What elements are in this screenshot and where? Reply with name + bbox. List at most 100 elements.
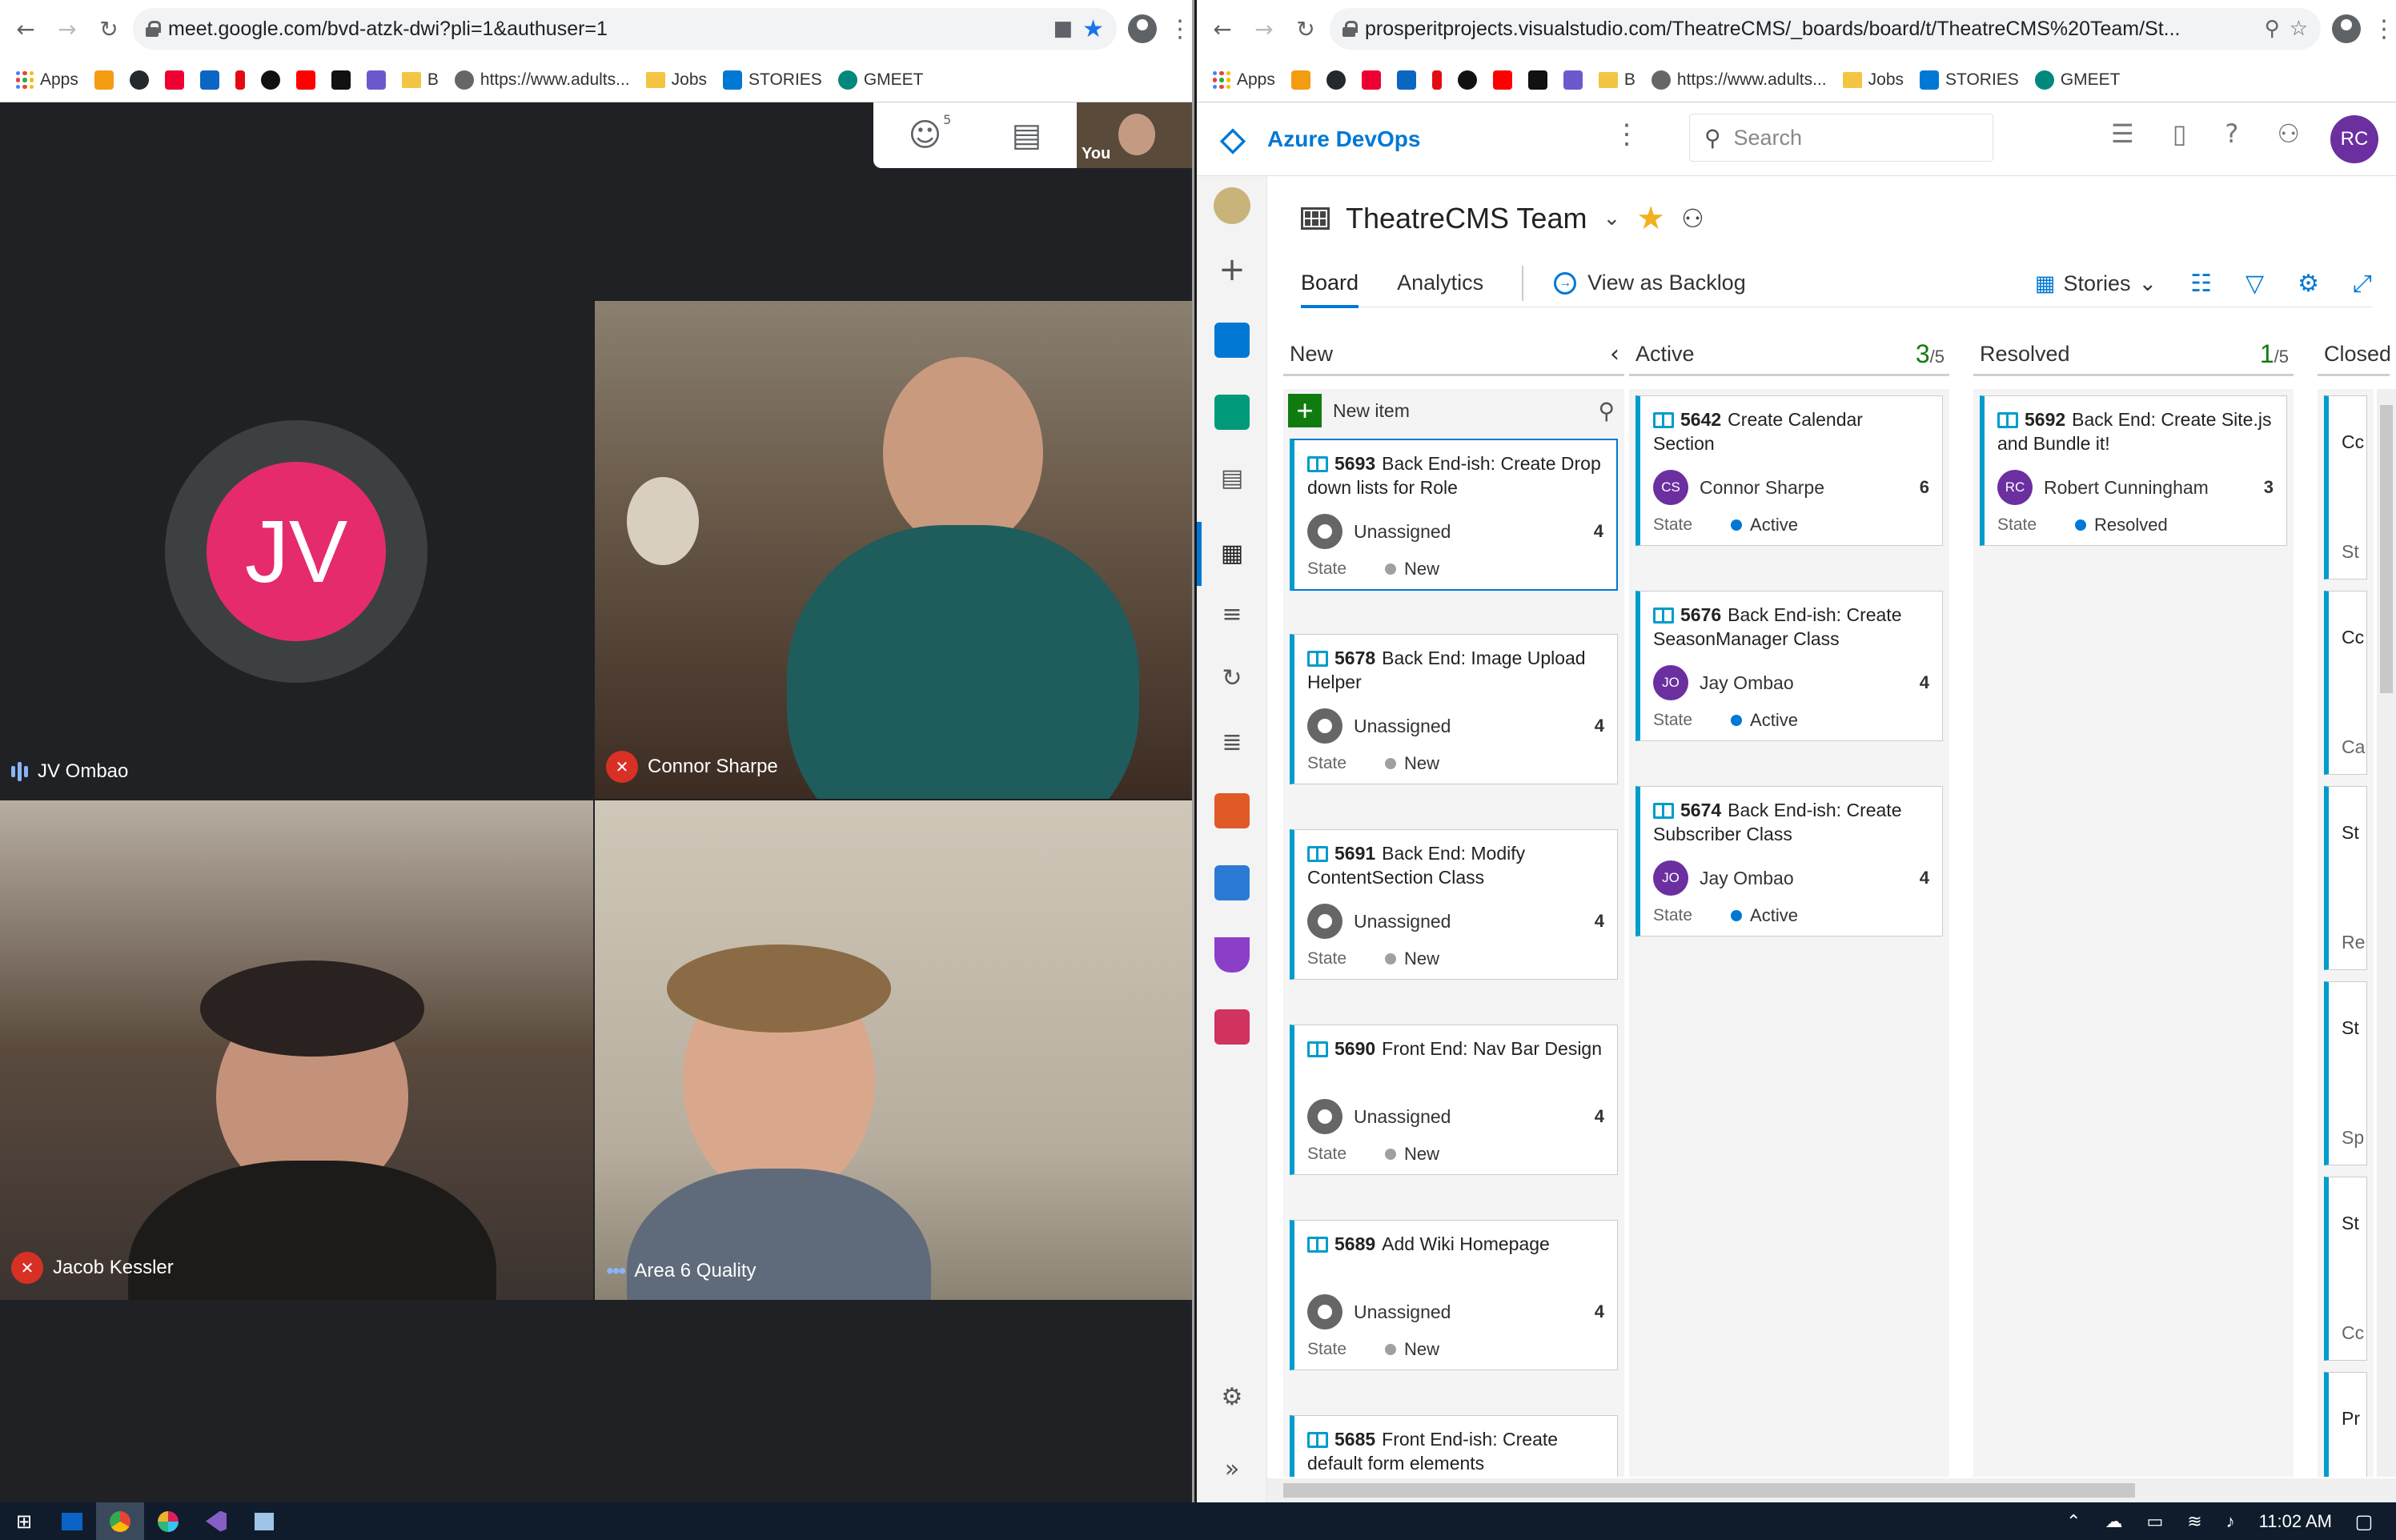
gear-icon[interactable]: ⚙ [2298, 270, 2319, 298]
work-item-id[interactable]: 5692 [2025, 409, 2065, 430]
azure-devops-logo-icon[interactable]: ◇ [1213, 119, 1253, 159]
project-settings-icon[interactable]: ⚙ [1210, 1375, 1254, 1418]
bookmark-icon[interactable] [1361, 70, 1381, 90]
bookmark-b[interactable]: B [401, 70, 439, 90]
visual-studio-icon[interactable] [192, 1502, 240, 1540]
bookmark-icon[interactable] [1457, 70, 1477, 90]
add-icon[interactable]: + [1210, 248, 1254, 291]
bookmark-icon[interactable] [1563, 70, 1583, 90]
marketplace-icon[interactable]: ▯ [2173, 118, 2187, 149]
tab-board[interactable]: Board [1301, 259, 1359, 308]
scroll-thumb[interactable] [1283, 1483, 2135, 1498]
url-text[interactable]: prosperitprojects.visualstudio.com/Theat… [1365, 18, 2255, 41]
story-points[interactable]: 4 [1920, 868, 1929, 888]
wifi-icon[interactable]: ≋ [2187, 1511, 2201, 1532]
assignee-name[interactable]: Unassigned [1354, 1301, 1451, 1323]
work-item-card[interactable]: 5678 Back End: Image Upload Helper Unassig… [1290, 634, 1618, 784]
profile-icon[interactable] [2332, 14, 2361, 43]
chevron-down-icon[interactable]: ⌄ [1603, 207, 1620, 231]
assignee-name[interactable]: Unassigned [1354, 716, 1451, 737]
reload-icon[interactable]: ↻ [1288, 11, 1323, 46]
work-item-card[interactable]: 5642 Create Calendar Section CS Connor Shar… [1635, 395, 1943, 546]
story-points[interactable]: 6 [1920, 477, 1929, 498]
state-value[interactable]: New [1385, 753, 1439, 774]
work-item-id[interactable]: 5676 [1680, 604, 1721, 625]
tab-analytics[interactable]: Analytics [1397, 259, 1483, 307]
work-item-title[interactable]: Cc [2342, 431, 2364, 453]
bookmark-adults[interactable]: https://www.adults... [454, 70, 630, 90]
work-items-nav-icon[interactable]: ▤ [1210, 456, 1254, 499]
participant-tile[interactable]: ✕ Jacob Kessler [0, 800, 593, 1300]
backlogs-icon[interactable]: ≡ [1210, 592, 1254, 636]
work-item-card[interactable]: 5689 Add Wiki Homepage Unassigned 4 State New [1290, 1220, 1618, 1370]
story-points[interactable]: 4 [1920, 672, 1929, 693]
story-points[interactable]: 4 [1595, 911, 1604, 932]
bookmark-icon[interactable] [164, 70, 184, 90]
netflix-icon[interactable] [235, 70, 245, 90]
work-item-card[interactable]: Cc Ca [2324, 591, 2367, 775]
menu-icon[interactable]: ⋮ [2372, 15, 2396, 43]
state-value[interactable]: Active [1731, 515, 1798, 535]
bookmark-stories[interactable]: STORIES [1920, 70, 2019, 90]
more-icon[interactable]: ⋮ [1613, 118, 1640, 150]
bookmark-jobs[interactable]: Jobs [1842, 70, 1904, 90]
work-item-id[interactable]: 5693 [1334, 453, 1375, 474]
settings-sliders-icon[interactable]: ☷ [2190, 270, 2212, 298]
work-item-title[interactable]: St [2342, 1213, 2359, 1234]
chrome-icon[interactable] [96, 1502, 144, 1540]
bookmark-apps[interactable]: Apps [16, 70, 78, 90]
search-box[interactable]: ⚲ Search [1689, 114, 1993, 162]
back-icon[interactable]: ← [8, 11, 43, 46]
amazon-icon[interactable] [331, 70, 351, 90]
outlook-icon[interactable] [48, 1502, 96, 1540]
cloud-icon[interactable]: ☁ [2105, 1511, 2122, 1532]
work-item-card[interactable]: 5691 Back End: Modify ContentSection Clas… [1290, 829, 1618, 980]
work-item-id[interactable]: 5690 [1334, 1038, 1375, 1059]
participant-tile[interactable]: ••• Area 6 Quality [595, 800, 1192, 1300]
youtube-icon[interactable] [1492, 70, 1512, 90]
reload-icon[interactable]: ↻ [91, 11, 126, 46]
volume-icon[interactable]: ♪ [2226, 1511, 2235, 1532]
url-text[interactable]: meet.google.com/bvd-atzk-dwi?pli=1&authu… [168, 18, 1044, 41]
story-points[interactable]: 4 [1595, 1106, 1604, 1127]
test-plans-icon[interactable] [1210, 933, 1254, 977]
bookmark-gmeet[interactable]: GMEET [837, 70, 923, 90]
profile-icon[interactable] [1128, 14, 1157, 43]
work-item-card[interactable]: PrSt [2324, 1372, 2367, 1477]
app-icon[interactable] [240, 1502, 288, 1540]
bookmark-gmeet[interactable]: GMEET [2034, 70, 2120, 90]
work-item-id[interactable]: 5674 [1680, 800, 1721, 820]
horizontal-scrollbar[interactable] [1267, 1478, 2396, 1502]
windows-start-icon[interactable]: ⊞ [0, 1502, 48, 1540]
assignee-name[interactable]: Unassigned [1354, 521, 1451, 543]
assignee-name[interactable]: Jay Ombao [1700, 868, 1794, 889]
work-item-card[interactable]: 5693 Back End-ish: Create Drop down lists… [1290, 439, 1618, 591]
work-items-icon[interactable]: ☰ [2111, 118, 2134, 149]
omnibox[interactable]: prosperitprojects.visualstudio.com/Theat… [1330, 8, 2321, 50]
assignee-name[interactable]: Unassigned [1354, 1106, 1451, 1128]
work-item-card[interactable]: 5674 Back End-ish: Create Subscriber Clas… [1635, 786, 1943, 936]
work-item-card[interactable]: St Cc [2324, 1177, 2367, 1361]
bookmark-star-icon[interactable]: ★ [1082, 15, 1104, 43]
new-item-button[interactable]: + New item [1288, 394, 1410, 427]
github-icon[interactable] [1326, 70, 1346, 90]
user-settings-icon[interactable]: ⚇ [2277, 118, 2300, 149]
state-value[interactable]: Active [1731, 710, 1798, 731]
view-as-backlog-button[interactable]: → View as Backlog [1554, 271, 1746, 295]
product-title[interactable]: Azure DevOps [1267, 126, 1420, 152]
bookmark-star-icon[interactable]: ☆ [2290, 17, 2308, 41]
bookmark-stories[interactable]: STORIES [723, 70, 822, 90]
story-points[interactable]: 4 [1595, 1301, 1604, 1322]
battery-icon[interactable]: ▭ [2146, 1511, 2163, 1532]
help-icon[interactable]: ? [2225, 118, 2238, 149]
work-item-id[interactable]: 5689 [1334, 1233, 1375, 1254]
bookmark-apps[interactable]: Apps [1213, 70, 1275, 90]
work-item-id[interactable]: 5642 [1680, 409, 1721, 430]
bookmark-b[interactable]: B [1598, 70, 1635, 90]
story-points[interactable]: 3 [2264, 477, 2274, 498]
favorite-star-icon[interactable]: ★ [1636, 200, 1665, 237]
linkedin-icon[interactable] [1396, 70, 1416, 90]
overview-icon[interactable] [1210, 319, 1254, 362]
user-avatar[interactable]: RC [2330, 115, 2378, 163]
sprints-icon[interactable]: ↻ [1210, 656, 1254, 700]
